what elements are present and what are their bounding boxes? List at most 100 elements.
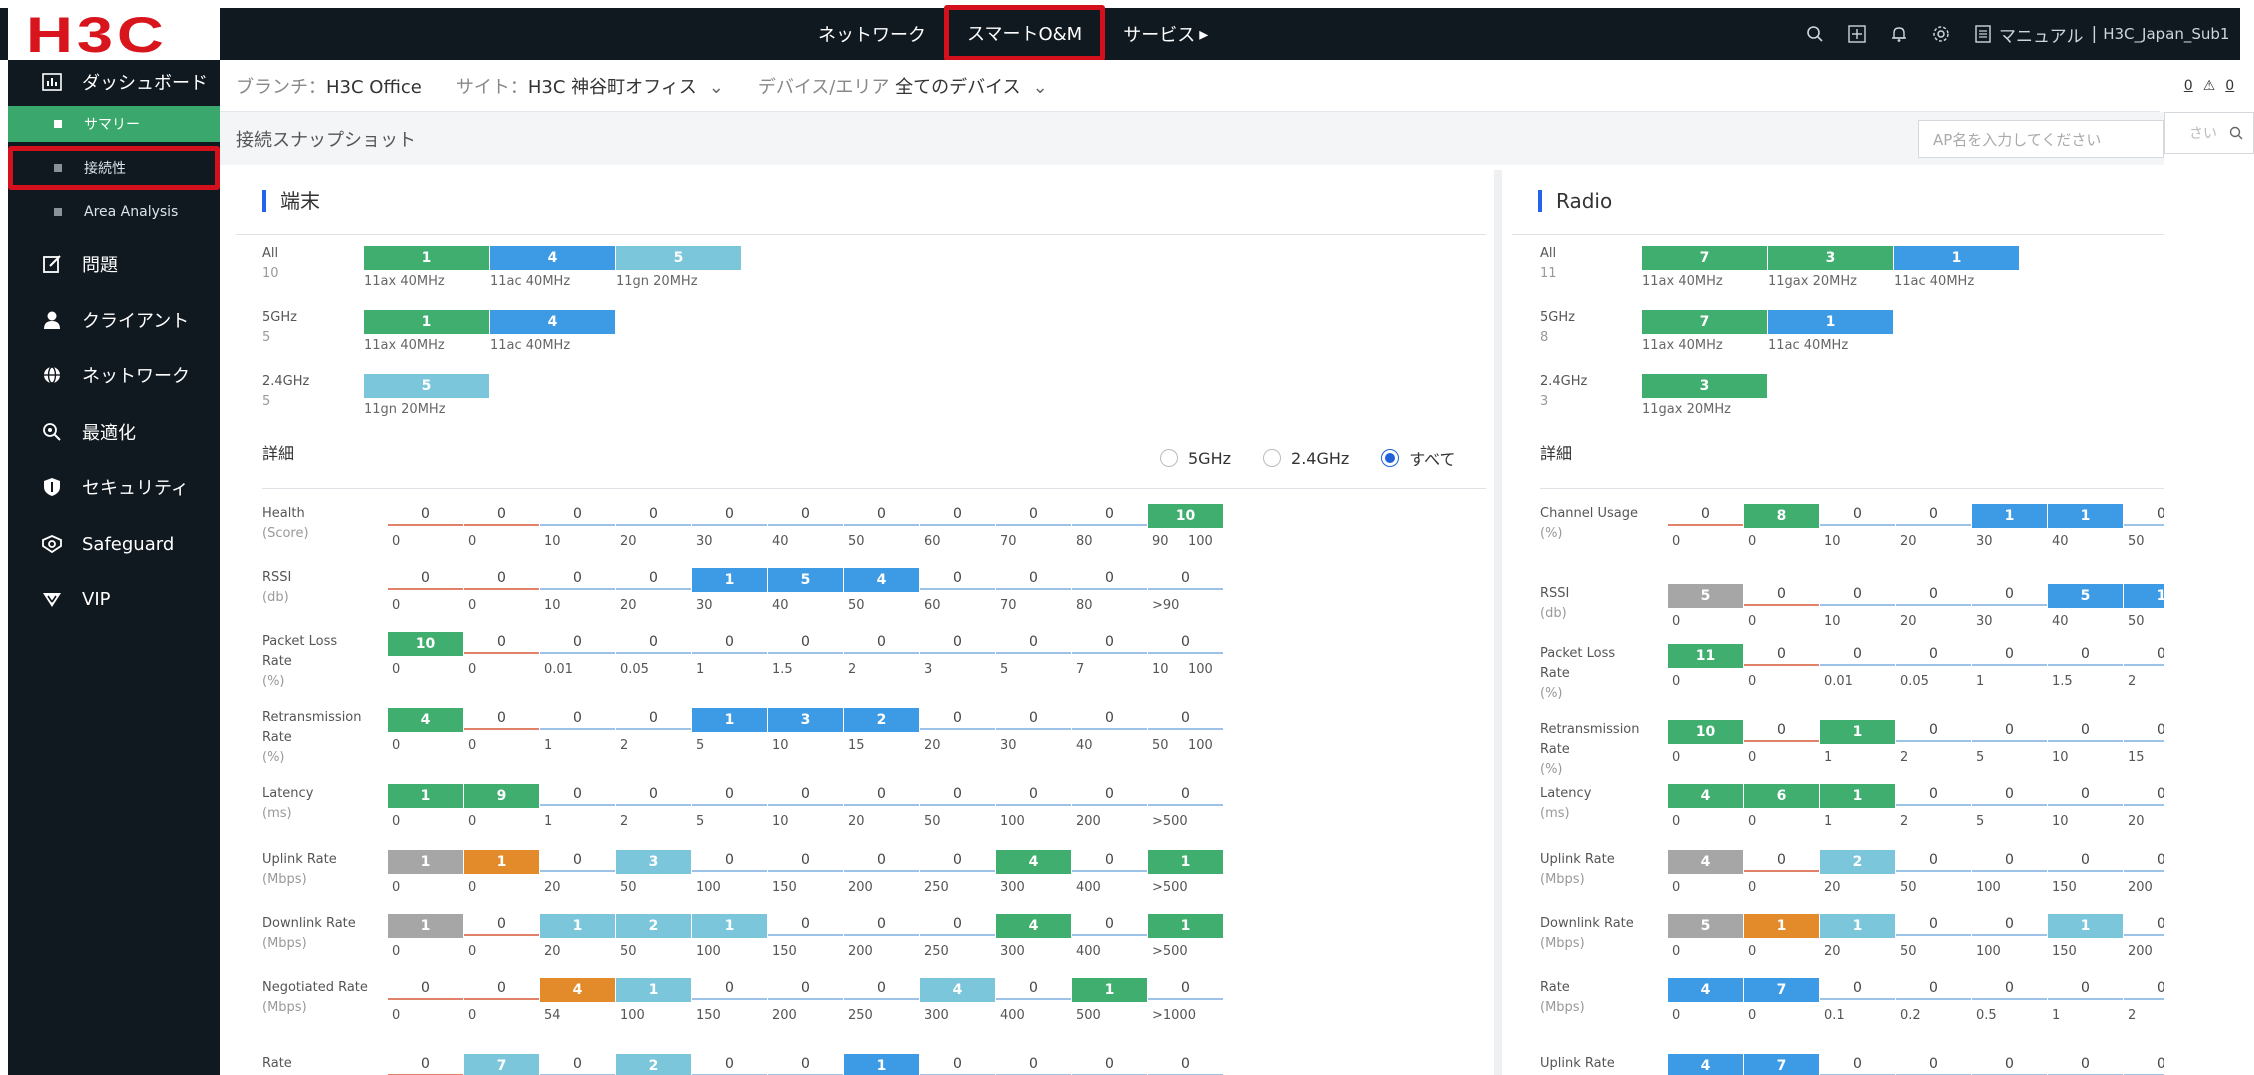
metric-bin[interactable]: 0: [692, 1054, 767, 1075]
metric-bin[interactable]: 0: [768, 850, 843, 872]
metric-bin[interactable]: 0: [1072, 1054, 1147, 1075]
metric-bin[interactable]: 9: [464, 784, 539, 808]
metric-bin[interactable]: 0: [1668, 504, 1743, 526]
metric-bin[interactable]: 0: [1896, 720, 1971, 742]
metric-bin[interactable]: 1: [2048, 914, 2123, 938]
metric-bin[interactable]: 0: [2124, 784, 2164, 806]
metric-bin[interactable]: 0: [2124, 850, 2164, 872]
metric-bin[interactable]: 0: [768, 1054, 843, 1075]
metric-bin[interactable]: 1: [692, 914, 767, 938]
metric-bin[interactable]: 0: [388, 504, 463, 526]
metric-bin[interactable]: 7: [464, 1054, 539, 1075]
summary-segment[interactable]: 4 11ac 40MHz: [490, 310, 615, 353]
metric-bin[interactable]: 0: [2124, 1054, 2164, 1075]
metric-bin[interactable]: 0: [1820, 504, 1895, 526]
metric-bin[interactable]: 0: [1148, 1054, 1223, 1075]
summary-segment[interactable]: 4 11ac 40MHz: [490, 246, 615, 289]
metric-bin[interactable]: 1: [388, 850, 463, 874]
metric-bin[interactable]: 0: [1972, 644, 2047, 666]
metric-bin[interactable]: 1: [1972, 504, 2047, 528]
metric-bin[interactable]: 0: [844, 978, 919, 1000]
ap-search-input[interactable]: AP名を入力してください: [1918, 120, 2164, 158]
metric-bin[interactable]: 4: [996, 914, 1071, 938]
metric-bin[interactable]: 0: [1072, 850, 1147, 872]
metric-bin[interactable]: 1: [540, 914, 615, 938]
metric-bin[interactable]: 0: [768, 784, 843, 806]
metric-bin[interactable]: 0: [2048, 644, 2123, 666]
metric-bin[interactable]: 5: [1668, 584, 1743, 608]
sidebar-item-optimize[interactable]: 最適化: [8, 412, 220, 452]
metric-bin[interactable]: 0: [1744, 720, 1819, 742]
metric-bin[interactable]: 0: [540, 568, 615, 590]
metric-bin[interactable]: 0: [996, 708, 1071, 730]
metric-bin[interactable]: 0: [2048, 850, 2123, 872]
count-a[interactable]: 0: [2184, 78, 2193, 94]
metric-bin[interactable]: 0: [464, 632, 539, 654]
metric-bin[interactable]: 0: [692, 504, 767, 526]
metric-bin[interactable]: 1: [1820, 720, 1895, 744]
site-filter[interactable]: サイト：H3C 神谷町オフィス ⌄: [456, 73, 724, 99]
metric-bin[interactable]: 0: [464, 568, 539, 590]
metric-bin[interactable]: 0: [844, 784, 919, 806]
metric-bin[interactable]: 4: [1668, 978, 1743, 1002]
metric-bin[interactable]: 0: [2124, 914, 2164, 936]
summary-segment[interactable]: 1 11ac 40MHz: [1894, 246, 2019, 289]
metric-bin[interactable]: 1: [388, 784, 463, 808]
metric-bin[interactable]: 0: [1972, 720, 2047, 742]
metric-bin[interactable]: 1: [2048, 504, 2123, 528]
metric-bin[interactable]: 0: [540, 708, 615, 730]
metric-bin[interactable]: 1: [388, 914, 463, 938]
metric-bin[interactable]: 0: [996, 978, 1071, 1000]
metric-bin[interactable]: 0: [2124, 720, 2164, 742]
metric-bin[interactable]: 0: [388, 978, 463, 1000]
metric-bin[interactable]: 0: [540, 632, 615, 654]
metric-bin[interactable]: 0: [1148, 784, 1223, 806]
branch-filter[interactable]: ブランチ：H3C Office: [236, 73, 422, 99]
metric-bin[interactable]: 0: [768, 914, 843, 936]
metric-bin[interactable]: 2: [616, 914, 691, 938]
metric-bin[interactable]: 0: [844, 504, 919, 526]
metric-bin[interactable]: 0: [388, 1054, 463, 1075]
metric-bin[interactable]: 10: [388, 632, 463, 656]
metric-bin[interactable]: 0: [540, 504, 615, 526]
metric-bin[interactable]: 0: [1744, 644, 1819, 666]
summary-segment[interactable]: 1 11ax 40MHz: [364, 310, 489, 353]
metric-bin[interactable]: 0: [616, 504, 691, 526]
metric-bin[interactable]: 4: [388, 708, 463, 732]
metric-bin[interactable]: 0: [1820, 1054, 1895, 1075]
metric-bin[interactable]: 7: [1744, 1054, 1819, 1075]
metric-bin[interactable]: 0: [1896, 504, 1971, 526]
metric-bin[interactable]: 0: [1072, 568, 1147, 590]
summary-segment[interactable]: 1 11ac 40MHz: [1768, 310, 1893, 353]
metric-bin[interactable]: 0: [2048, 720, 2123, 742]
metric-bin[interactable]: 10: [1148, 504, 1223, 528]
summary-segment[interactable]: 5 11gn 20MHz: [364, 374, 489, 417]
metric-bin[interactable]: 0: [1072, 708, 1147, 730]
metric-bin[interactable]: 11: [1668, 644, 1743, 668]
metric-bin[interactable]: 2: [616, 1054, 691, 1075]
summary-segment[interactable]: 3 11gax 20MHz: [1768, 246, 1893, 289]
search-icon[interactable]: [2229, 126, 2243, 140]
metric-bin[interactable]: 0: [540, 1054, 615, 1075]
sidebar-item-dashboard[interactable]: ダッシュボード: [8, 60, 220, 104]
nav-service[interactable]: サービス ▸: [1105, 8, 1226, 60]
metric-bin[interactable]: 0: [2124, 644, 2164, 666]
nav-smart-om[interactable]: スマートO&M: [944, 5, 1106, 61]
metric-bin[interactable]: 0: [1896, 784, 1971, 806]
metric-bin[interactable]: 5: [2048, 584, 2123, 608]
metric-bin[interactable]: 0: [616, 708, 691, 730]
metric-bin[interactable]: 4: [920, 978, 995, 1002]
metric-bin[interactable]: 5: [1668, 914, 1743, 938]
metric-bin[interactable]: 0: [464, 914, 539, 936]
metric-bin[interactable]: 0: [464, 504, 539, 526]
metric-bin[interactable]: 0: [996, 568, 1071, 590]
metric-bin[interactable]: 0: [1820, 644, 1895, 666]
sidebar-item-issues[interactable]: 問題: [8, 244, 220, 284]
metric-bin[interactable]: 0: [692, 978, 767, 1000]
metric-bin[interactable]: 0: [768, 632, 843, 654]
metric-bin[interactable]: 2: [844, 708, 919, 732]
metric-bin[interactable]: 0: [1148, 632, 1223, 654]
metric-bin[interactable]: 0: [1972, 850, 2047, 872]
metric-bin[interactable]: 0: [616, 784, 691, 806]
metric-bin[interactable]: 6: [1744, 784, 1819, 808]
